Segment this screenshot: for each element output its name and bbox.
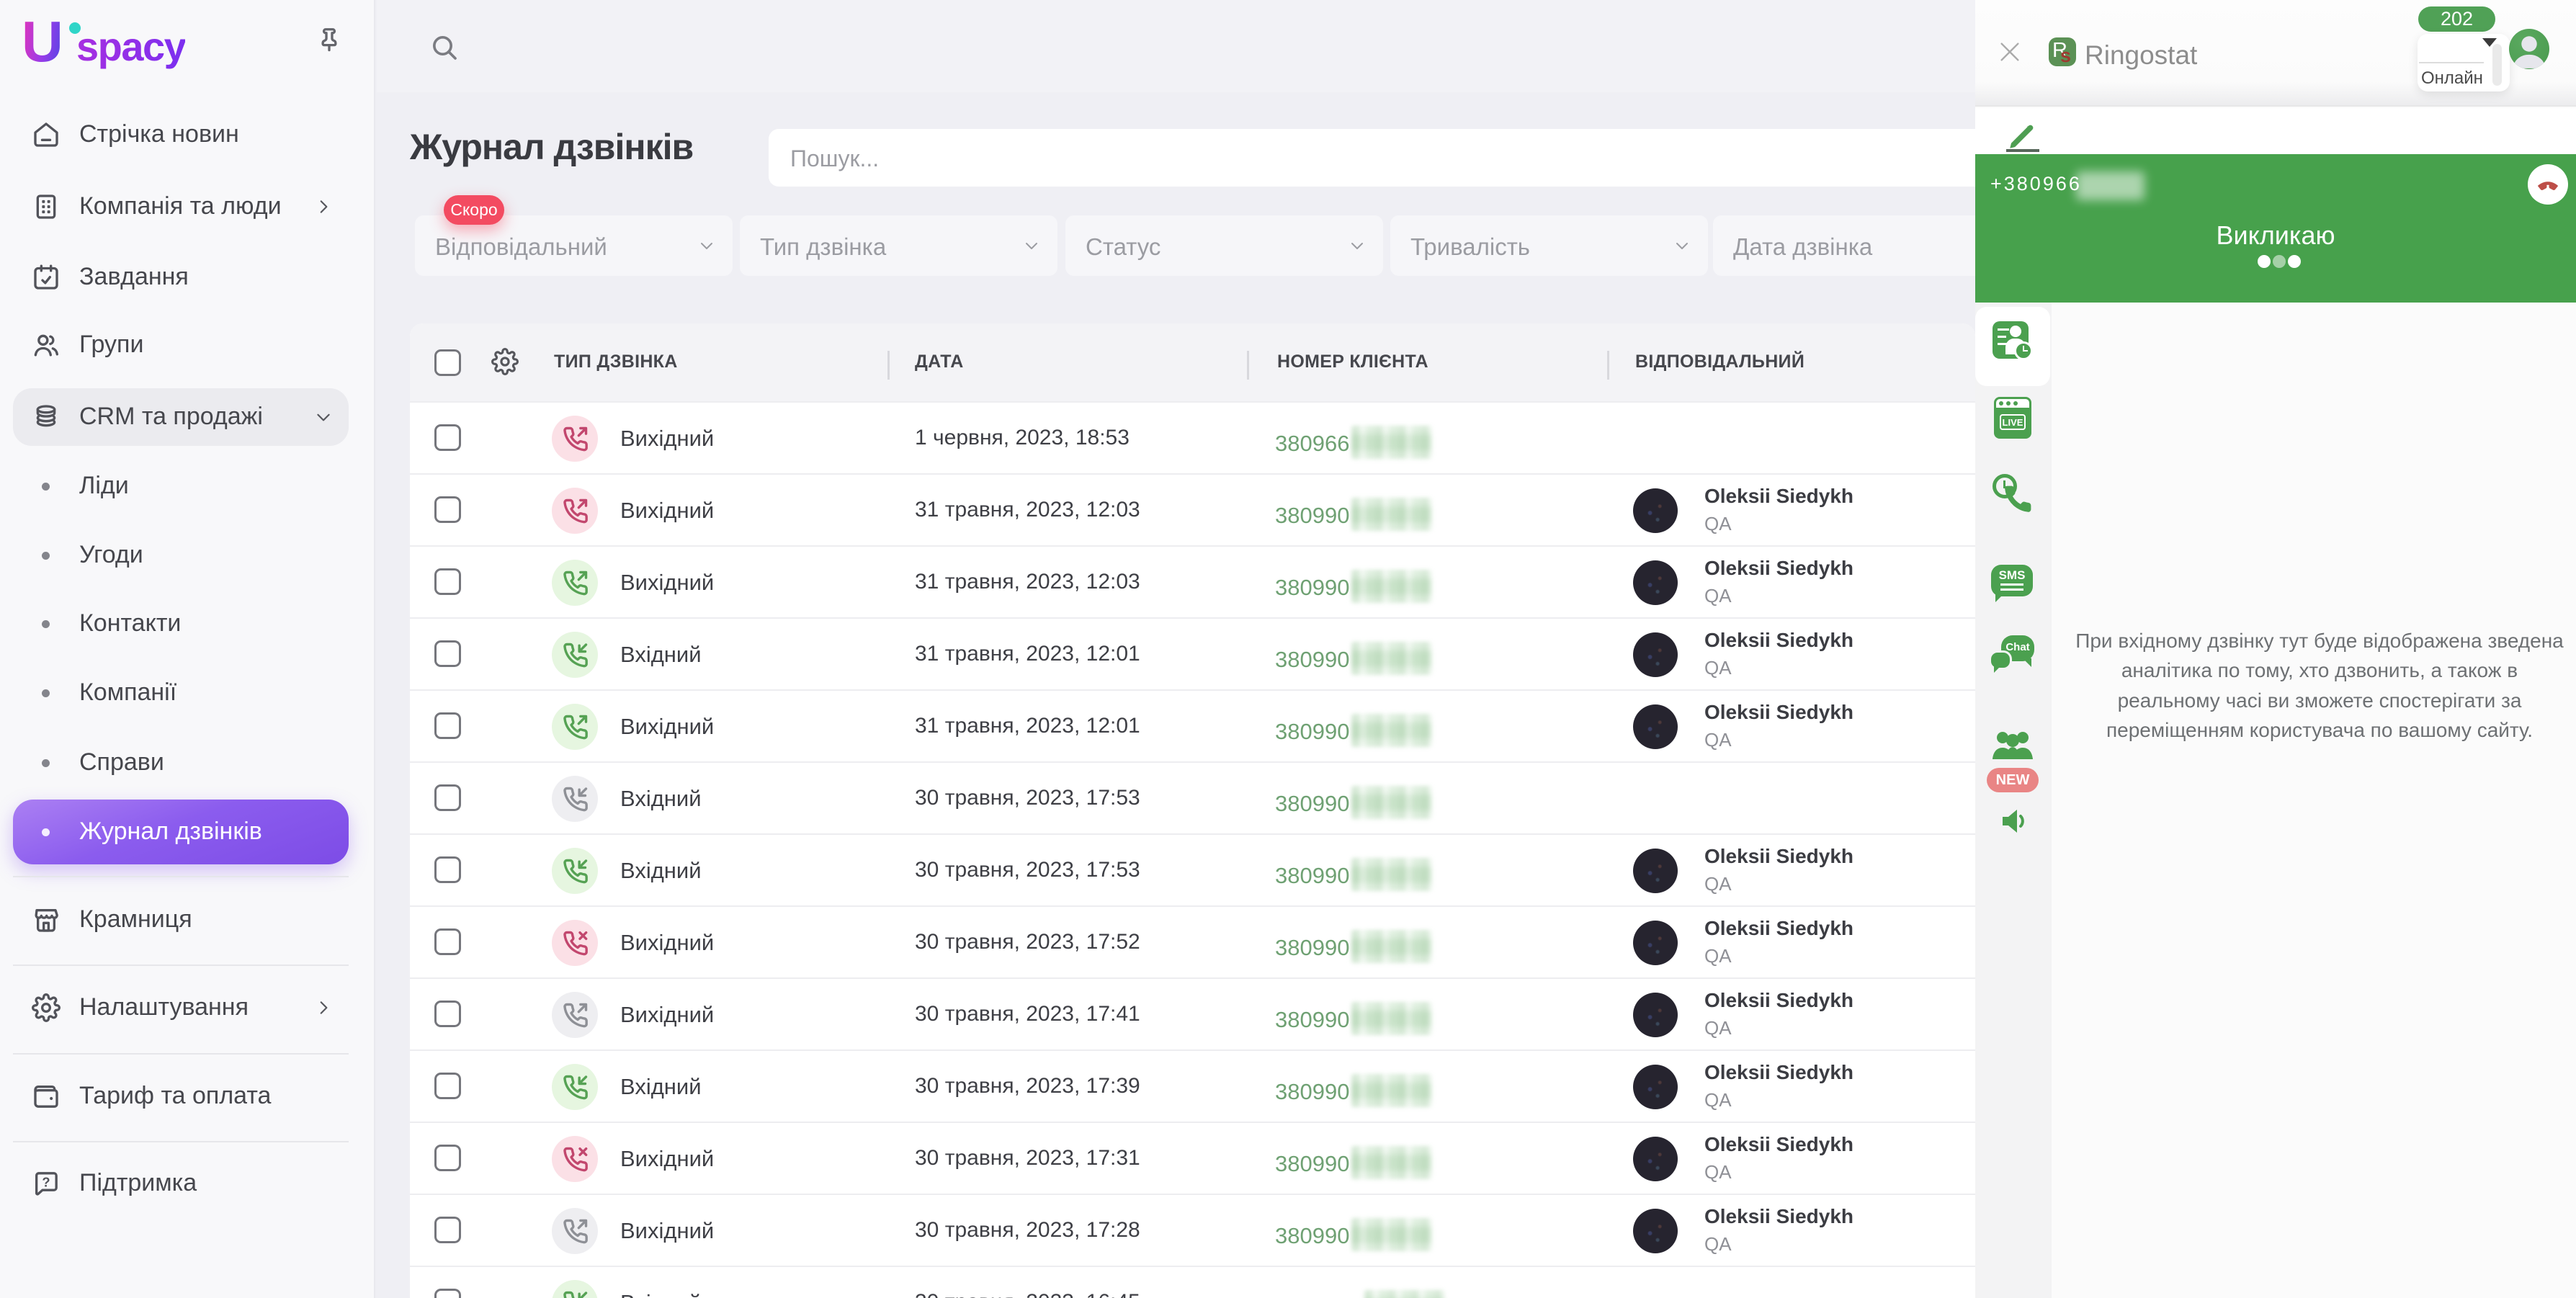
svg-text:?: ? bbox=[42, 1175, 50, 1190]
